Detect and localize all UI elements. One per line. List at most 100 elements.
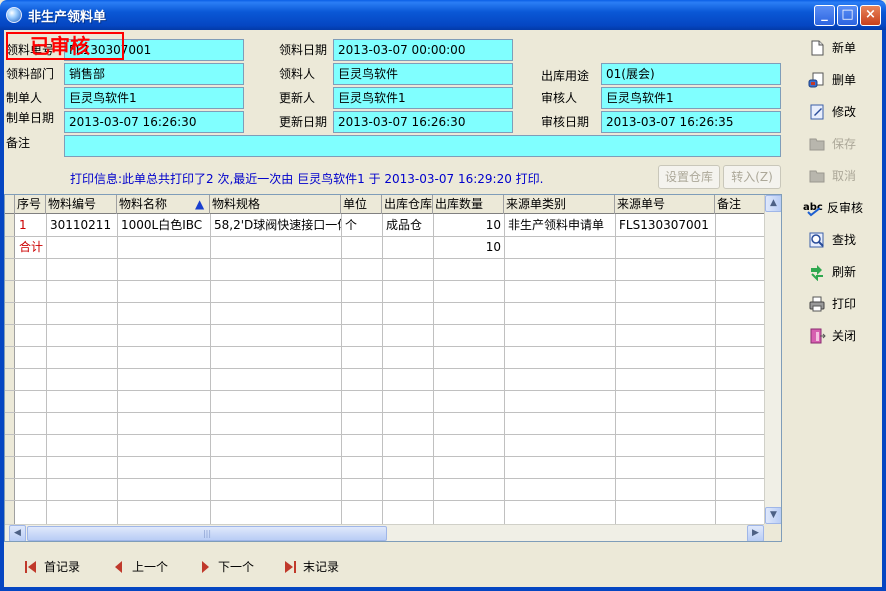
- last-record-icon: [285, 561, 296, 573]
- cell-code[interactable]: 30110211: [47, 214, 117, 236]
- sort-asc-icon: ▲: [195, 197, 205, 211]
- print-button[interactable]: 打印: [806, 291, 876, 317]
- save-icon: [809, 138, 825, 151]
- cell-warehouse[interactable]: 成品仓: [383, 214, 433, 236]
- date-label: 领料日期: [279, 43, 328, 57]
- grid-hline: [5, 368, 764, 369]
- title-bar: 非生产领料单 _ □ ×: [0, 0, 886, 30]
- cell-src-no[interactable]: FLS130307001: [616, 214, 715, 236]
- cell-unit[interactable]: 个: [342, 214, 382, 236]
- items-grid[interactable]: 序号 物料编号 物料名称 ▲ 物料规格 单位 出库仓库 出库数量 来源单类别 来…: [4, 194, 782, 542]
- delete-document-icon: [808, 72, 824, 88]
- refresh-button[interactable]: 刷新: [806, 259, 876, 285]
- updater-field[interactable]: 巨灵鸟软件1: [333, 87, 513, 109]
- minimize-button[interactable]: _: [814, 5, 835, 26]
- find-button-label: 查找: [832, 233, 857, 247]
- edit-button-label: 修改: [832, 105, 857, 119]
- maximize-button[interactable]: □: [837, 5, 858, 26]
- remark-label: 备注: [6, 136, 31, 150]
- cancel-button[interactable]: 取消: [806, 163, 876, 189]
- grid-hline: [5, 302, 764, 303]
- header-src-type[interactable]: 来源单类别: [504, 195, 615, 214]
- creator-field[interactable]: 巨灵鸟软件1: [64, 87, 244, 109]
- refresh-icon: [811, 265, 823, 281]
- header-spec[interactable]: 物料规格: [210, 195, 341, 214]
- edit-button[interactable]: 修改: [806, 99, 876, 125]
- next-record-icon: [202, 561, 209, 573]
- set-warehouse-button[interactable]: 设置仓库: [658, 165, 720, 189]
- close-button[interactable]: 关闭: [806, 323, 876, 349]
- grid-hline: [5, 258, 764, 259]
- row-indicator-header: [5, 195, 15, 214]
- scroll-down-icon[interactable]: ▼: [765, 507, 781, 524]
- remark-field[interactable]: [64, 135, 781, 157]
- purpose-field[interactable]: 01(展会): [601, 63, 781, 85]
- next-record-label: 下一个: [218, 560, 255, 574]
- cell-seq[interactable]: 1: [16, 214, 46, 236]
- purpose-label: 出库用途: [541, 69, 590, 83]
- scroll-thumb[interactable]: |||: [27, 526, 387, 541]
- grid-vertical-scrollbar[interactable]: ▲ ▼: [764, 195, 781, 524]
- new-button-label: 新单: [832, 41, 857, 55]
- date-field[interactable]: 2013-03-07 00:00:00: [333, 39, 513, 61]
- header-qty[interactable]: 出库数量: [433, 195, 504, 214]
- delete-button-label: 删单: [832, 73, 857, 87]
- transfer-in-button[interactable]: 转入(Z): [723, 165, 781, 189]
- header-code[interactable]: 物料编号: [46, 195, 117, 214]
- spellcheck-icon: abc: [803, 202, 823, 217]
- creator-label: 制单人: [6, 91, 43, 105]
- header-warehouse[interactable]: 出库仓库: [382, 195, 433, 214]
- grid-hline: [5, 324, 764, 325]
- new-document-icon: [811, 40, 824, 56]
- unaudit-button-label: 反审核: [827, 201, 864, 215]
- cell-spec[interactable]: 58,2'D球阀快速接口一体: [211, 214, 341, 236]
- grid-header: 序号 物料编号 物料名称 ▲ 物料规格 单位 出库仓库 出库数量 来源单类别 来…: [5, 195, 764, 214]
- print-info: 打印信息:此单总共打印了2 次,最近一次由 巨灵鸟软件1 于 2013-03-0…: [70, 172, 544, 186]
- previous-record-label: 上一个: [132, 560, 169, 574]
- cancel-button-label: 取消: [832, 169, 857, 183]
- create-date-field[interactable]: 2013-03-07 16:26:30: [64, 111, 244, 133]
- header-src-no[interactable]: 来源单号: [615, 195, 715, 214]
- scroll-up-icon[interactable]: ▲: [765, 195, 781, 212]
- header-unit[interactable]: 单位: [341, 195, 382, 214]
- cell-remark[interactable]: [716, 214, 764, 236]
- exit-door-icon: [810, 328, 826, 344]
- header-name-label: 物料名称: [119, 197, 168, 211]
- save-button-label: 保存: [832, 137, 857, 151]
- header-name[interactable]: 物料名称 ▲: [117, 195, 210, 214]
- find-button[interactable]: 查找: [806, 227, 876, 253]
- unaudit-button[interactable]: abc 反审核: [803, 195, 876, 221]
- window-frame-bottom: [0, 587, 886, 591]
- save-button[interactable]: 保存: [806, 131, 876, 157]
- update-date-field[interactable]: 2013-03-07 16:26:30: [333, 111, 513, 133]
- refresh-button-label: 刷新: [832, 265, 857, 279]
- edit-document-icon: [810, 104, 824, 120]
- auditor-field[interactable]: 巨灵鸟软件1: [601, 87, 781, 109]
- scroll-left-icon[interactable]: ◀: [9, 525, 26, 541]
- picker-field[interactable]: 巨灵鸟软件: [333, 63, 513, 85]
- grid-hline: [5, 390, 764, 391]
- window-title: 非生产领料单: [28, 10, 107, 25]
- cell-src-type[interactable]: 非生产领料申请单: [505, 214, 615, 236]
- grid-hline: [5, 280, 764, 281]
- close-window-button[interactable]: ×: [860, 5, 881, 26]
- delete-button[interactable]: 删单: [806, 67, 876, 93]
- cell-name[interactable]: 1000L白色IBC: [118, 214, 210, 236]
- previous-record-icon: [115, 561, 122, 573]
- create-date-label: 制单日期: [6, 111, 55, 125]
- new-button[interactable]: 新单: [806, 35, 876, 61]
- dept-field[interactable]: 销售部: [64, 63, 244, 85]
- search-icon: [809, 232, 824, 248]
- total-qty: 10: [485, 240, 501, 254]
- header-remark[interactable]: 备注: [715, 195, 764, 214]
- grid-horizontal-scrollbar[interactable]: ◀ ||| ▶: [5, 524, 764, 541]
- svg-text:abc: abc: [803, 202, 823, 213]
- total-label: 合计: [19, 240, 44, 254]
- last-record-label: 末记录: [303, 560, 340, 574]
- header-seq[interactable]: 序号: [15, 195, 46, 214]
- scroll-right-icon[interactable]: ▶: [747, 525, 764, 541]
- app-icon: [6, 7, 22, 23]
- audit-date-field[interactable]: 2013-03-07 16:26:35: [601, 111, 781, 133]
- audited-stamp: 已审核: [6, 32, 124, 60]
- cell-qty[interactable]: 10: [434, 214, 504, 236]
